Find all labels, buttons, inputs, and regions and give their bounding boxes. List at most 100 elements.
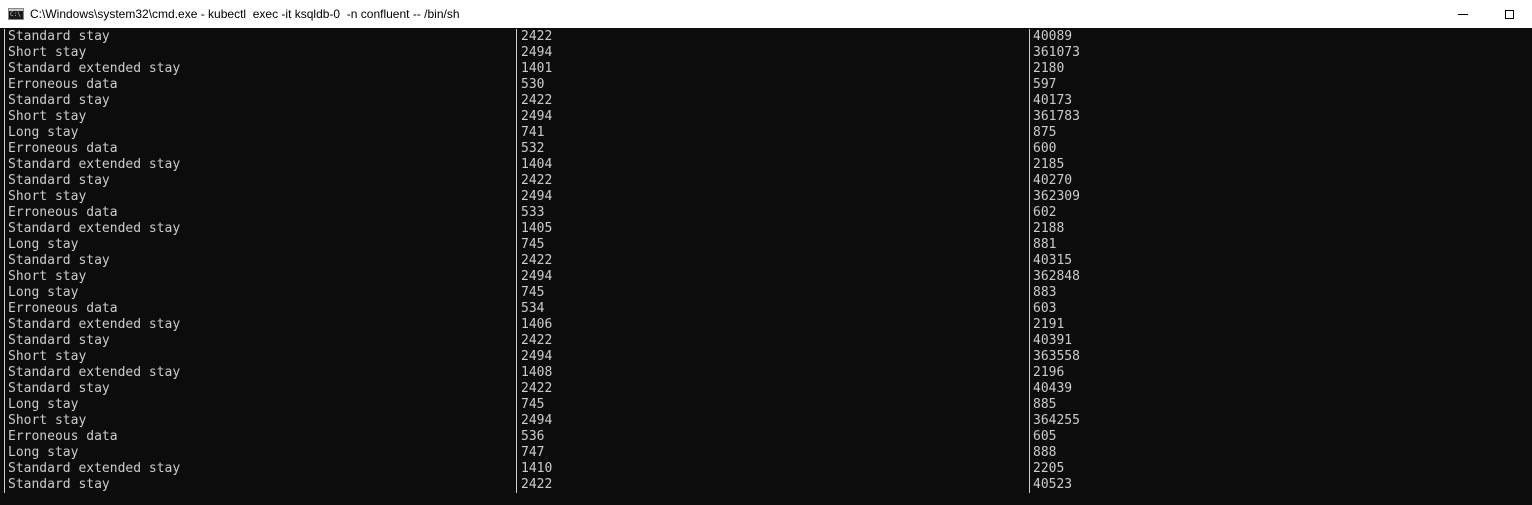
column-separator: [516, 413, 517, 429]
result-row: Standard stay 2422 40439: [0, 381, 1532, 397]
result-row: Long stay 745 883: [0, 285, 1532, 301]
count-cell: 2494: [521, 349, 553, 364]
cmd-icon[interactable]: C:\: [8, 8, 24, 20]
column-separator: [516, 141, 517, 157]
stay-type-cell: Long stay: [8, 285, 79, 300]
count-cell: 2422: [521, 477, 553, 492]
column-separator: [1029, 333, 1030, 349]
column-separator: [516, 237, 517, 253]
total-cell: 40439: [1033, 381, 1073, 396]
column-separator: [516, 45, 517, 61]
column-separator: [516, 301, 517, 317]
stay-type-cell: Standard extended stay: [8, 221, 181, 236]
column-separator: [4, 301, 5, 317]
column-separator: [1029, 189, 1030, 205]
count-cell: 1401: [521, 61, 553, 76]
column-separator: [4, 269, 5, 285]
column-separator: [4, 285, 5, 301]
column-separator: [516, 61, 517, 77]
result-row: Short stay 2494 361073: [0, 45, 1532, 61]
column-separator: [1029, 349, 1030, 365]
minimize-icon: [1458, 13, 1468, 15]
cmd-icon-label: C:\: [10, 11, 21, 18]
total-cell: 2188: [1033, 221, 1065, 236]
total-cell: 362848: [1033, 269, 1080, 284]
column-separator: [516, 445, 517, 461]
title-bar[interactable]: C:\ C:\Windows\system32\cmd.exe - kubect…: [0, 0, 1532, 28]
stay-type-cell: Short stay: [8, 109, 87, 124]
count-cell: 745: [521, 285, 545, 300]
stay-type-cell: Erroneous data: [8, 205, 118, 220]
result-row: Standard extended stay 1404 2185: [0, 157, 1532, 173]
stay-type-cell: Short stay: [8, 189, 87, 204]
result-row: Long stay 747 888: [0, 445, 1532, 461]
column-separator: [1029, 237, 1030, 253]
stay-type-cell: Standard stay: [8, 29, 110, 44]
column-separator: [4, 445, 5, 461]
column-separator: [516, 349, 517, 365]
total-cell: 40270: [1033, 173, 1073, 188]
column-separator: [516, 157, 517, 173]
total-cell: 602: [1033, 205, 1057, 220]
column-separator: [1029, 109, 1030, 125]
count-cell: 2422: [521, 253, 553, 268]
stay-type-cell: Standard extended stay: [8, 157, 181, 172]
total-cell: 2196: [1033, 365, 1065, 380]
count-cell: 2422: [521, 29, 553, 44]
stay-type-cell: Long stay: [8, 237, 79, 252]
total-cell: 40089: [1033, 29, 1073, 44]
column-separator: [1029, 173, 1030, 189]
column-separator: [1029, 29, 1030, 45]
stay-type-cell: Standard stay: [8, 173, 110, 188]
count-cell: 745: [521, 397, 545, 412]
result-row: Long stay 741 875: [0, 125, 1532, 141]
column-separator: [516, 205, 517, 221]
maximize-icon: [1504, 9, 1514, 19]
count-cell: 534: [521, 301, 545, 316]
column-separator: [516, 29, 517, 45]
count-cell: 530: [521, 77, 545, 92]
total-cell: 883: [1033, 285, 1057, 300]
column-separator: [4, 365, 5, 381]
column-separator: [516, 189, 517, 205]
total-cell: 597: [1033, 77, 1057, 92]
column-separator: [516, 269, 517, 285]
result-row: Standard extended stay 1405 2188: [0, 221, 1532, 237]
result-row: Standard extended stay 1401 2180: [0, 61, 1532, 77]
column-separator: [1029, 125, 1030, 141]
column-separator: [4, 397, 5, 413]
minimize-button[interactable]: [1440, 0, 1486, 28]
count-cell: 536: [521, 429, 545, 444]
stay-type-cell: Standard extended stay: [8, 461, 181, 476]
result-row: Short stay 2494 362309: [0, 189, 1532, 205]
stay-type-cell: Erroneous data: [8, 301, 118, 316]
column-separator: [1029, 301, 1030, 317]
result-row: Standard extended stay 1410 2205: [0, 461, 1532, 477]
total-cell: 40523: [1033, 477, 1073, 492]
result-row: Erroneous data 536 605: [0, 429, 1532, 445]
total-cell: 40173: [1033, 93, 1073, 108]
column-separator: [1029, 397, 1030, 413]
column-separator: [1029, 77, 1030, 93]
result-row: Erroneous data 534 603: [0, 301, 1532, 317]
column-separator: [516, 93, 517, 109]
column-separator: [4, 413, 5, 429]
maximize-button[interactable]: [1486, 0, 1532, 28]
result-row: Standard stay 2422 40391: [0, 333, 1532, 349]
column-separator: [4, 381, 5, 397]
total-cell: 362309: [1033, 189, 1080, 204]
column-separator: [516, 429, 517, 445]
console-output[interactable]: Standard stay 2422 40089 Short stay 2494 3610…: [0, 28, 1532, 505]
column-separator: [516, 173, 517, 189]
column-separator: [1029, 93, 1030, 109]
column-separator: [1029, 157, 1030, 173]
stay-type-cell: Standard stay: [8, 477, 110, 492]
column-separator: [1029, 477, 1030, 493]
column-separator: [4, 477, 5, 493]
column-separator: [516, 461, 517, 477]
cmd-window: C:\ C:\Windows\system32\cmd.exe - kubect…: [0, 0, 1532, 505]
column-separator: [4, 93, 5, 109]
result-row: Standard stay 2422 40089: [0, 29, 1532, 45]
column-separator: [1029, 269, 1030, 285]
total-cell: 600: [1033, 141, 1057, 156]
